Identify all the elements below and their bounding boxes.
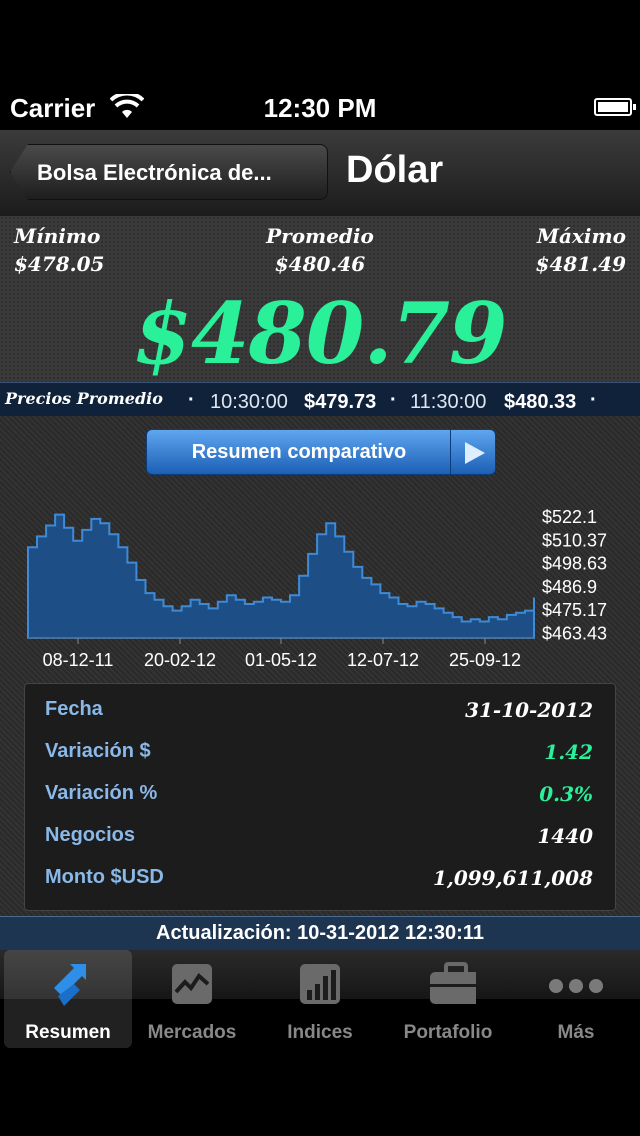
stat-value: 1,099,611,008 [432, 866, 593, 890]
chart-area-series [27, 513, 535, 639]
stats-row: Variación % 0.3% [25, 772, 615, 814]
stat-key: Fecha [45, 698, 103, 720]
ticker-separator: · [188, 389, 195, 411]
chart-y-label: $510.37 [542, 530, 607, 550]
resumen-arrows-icon [54, 964, 86, 1006]
stats-row: Monto $USD 1,099,611,008 [25, 856, 615, 898]
chart-x-label: 25-09-12 [449, 650, 521, 670]
chart-y-label: $475.17 [542, 600, 607, 620]
navigation-bar: Bolsa Electrónica de... Dólar [0, 130, 640, 217]
battery-icon [594, 98, 636, 116]
play-arrow-icon [465, 442, 485, 464]
last-update-bar: Actualización: 10-31-2012 12:30:11 [0, 916, 640, 952]
stats-row: Variación $ 1.42 [25, 730, 615, 772]
comparative-summary-button[interactable]: Resumen comparativo [146, 429, 496, 475]
ticker-value: $480.33 [504, 391, 577, 413]
chart-x-label: 20-02-12 [144, 650, 216, 670]
more-dots-icon [549, 979, 603, 993]
back-button[interactable]: Bolsa Electrónica de... [10, 144, 328, 200]
page-title: Dólar [346, 149, 444, 191]
tab-mas[interactable]: Más [512, 950, 640, 1048]
ticker-separator: · [590, 389, 597, 411]
tab-label: Resumen [25, 1022, 111, 1043]
tab-portafolio[interactable]: Portafolio [384, 950, 512, 1048]
ticker-time: 10:30:00 [210, 391, 288, 413]
ticker-time: 11:30:00 [410, 391, 487, 413]
tab-label: Indices [287, 1022, 353, 1043]
last-update-text: Actualización: 10-31-2012 12:30:11 [156, 922, 484, 944]
chart-x-label: 12-07-12 [347, 650, 419, 670]
tab-resumen[interactable]: Resumen [4, 950, 132, 1048]
tab-bar: Resumen Mercados Indices Portafolio Más [0, 950, 640, 1048]
tab-label: Portafolio [403, 1022, 493, 1043]
stats-row: Fecha 31-10-2012 [25, 688, 615, 730]
briefcase-icon [430, 962, 476, 1004]
max-label: Máximo [536, 224, 626, 248]
ticker-separator: · [390, 389, 397, 411]
bar-chart-icon [300, 964, 340, 1004]
comparative-summary-label: Resumen comparativo [191, 441, 407, 463]
stat-value: 1.42 [544, 740, 593, 764]
stat-key: Variación $ [45, 740, 151, 762]
chart-y-label: $498.63 [542, 554, 607, 574]
button-divider [450, 430, 451, 474]
stat-value: 0.3% [539, 782, 593, 806]
status-bar: Carrier 12:30 PM [0, 84, 640, 130]
tab-indices[interactable]: Indices [256, 950, 384, 1048]
current-price: $480.79 [133, 284, 508, 383]
stat-key: Monto $USD [45, 866, 164, 888]
price-summary: Mínimo $478.05 Promedio $480.46 Máximo $… [0, 216, 640, 383]
stat-key: Variación % [45, 782, 158, 804]
ticker-value: $479.73 [304, 391, 377, 413]
tab-label: Mercados [147, 1022, 237, 1043]
ticker-label: Precios Promedio [5, 389, 163, 408]
clock: 12:30 PM [263, 93, 377, 123]
chart-x-label: 08-12-11 [43, 650, 114, 670]
back-button-label: Bolsa Electrónica de... [37, 160, 272, 185]
tab-label: Más [557, 1022, 595, 1043]
max-value: $481.49 [535, 252, 626, 276]
price-history-chart: 08-12-11 20-02-12 01-05-12 12-07-12 25-09-12… [27, 507, 607, 670]
average-price-ticker: Precios Promedio · 10:30:00 $479.73 · 11… [0, 382, 640, 417]
chart-y-label: $486.9 [542, 577, 597, 597]
stat-value: 31-10-2012 [465, 698, 593, 722]
chart-y-label: $463.43 [542, 624, 607, 644]
stat-key: Negocios [45, 824, 136, 846]
stat-value: 1440 [537, 824, 593, 848]
chart-y-label: $522.1 [542, 507, 597, 527]
chart-line-icon [172, 964, 212, 1004]
tab-mercados[interactable]: Mercados [128, 950, 256, 1048]
chart-x-label: 01-05-12 [245, 650, 317, 670]
stats-row: Negocios 1440 [25, 814, 615, 856]
stats-table: Fecha 31-10-2012 Variación $ 1.42 Variac… [24, 683, 616, 911]
